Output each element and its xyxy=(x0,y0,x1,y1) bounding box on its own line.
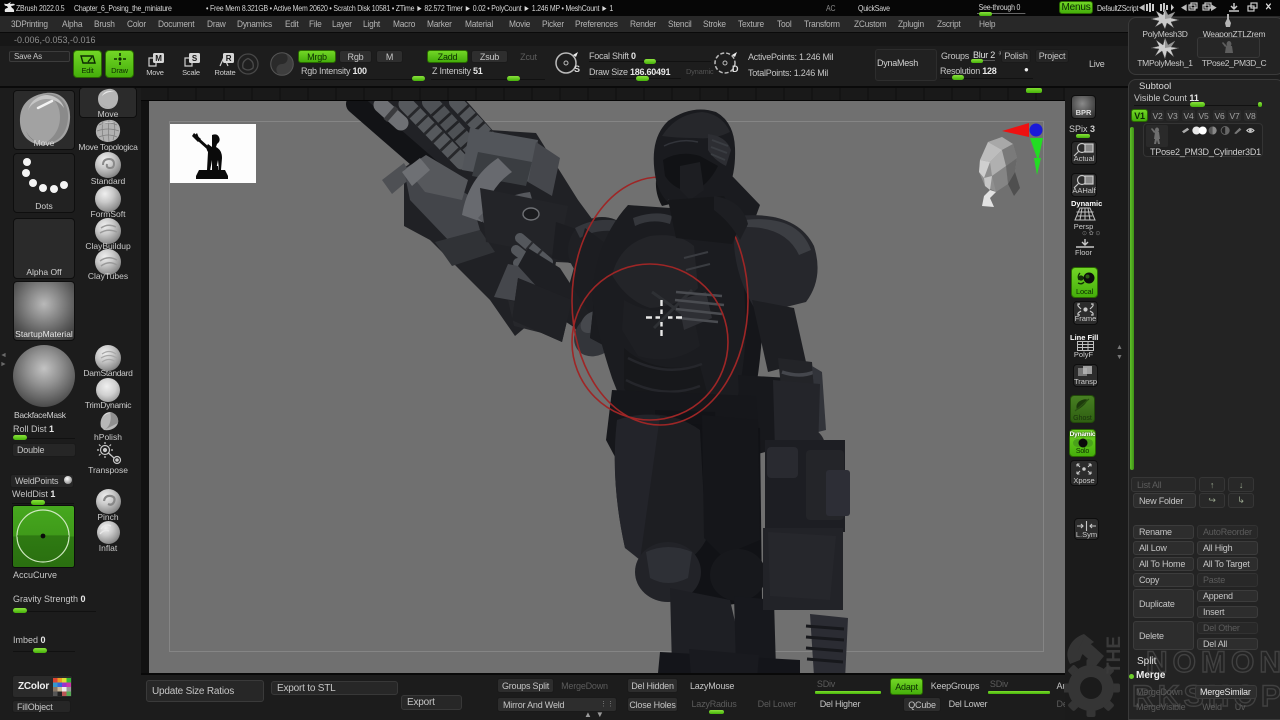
svg-text:S: S xyxy=(191,54,197,63)
svg-text:R: R xyxy=(225,54,231,63)
svg-text:M: M xyxy=(155,54,162,63)
svg-text:S: S xyxy=(574,64,580,74)
svg-text:THE: THE xyxy=(1104,636,1125,674)
svg-text:NOMON: NOMON xyxy=(1146,646,1280,679)
svg-text:D: D xyxy=(732,64,739,74)
